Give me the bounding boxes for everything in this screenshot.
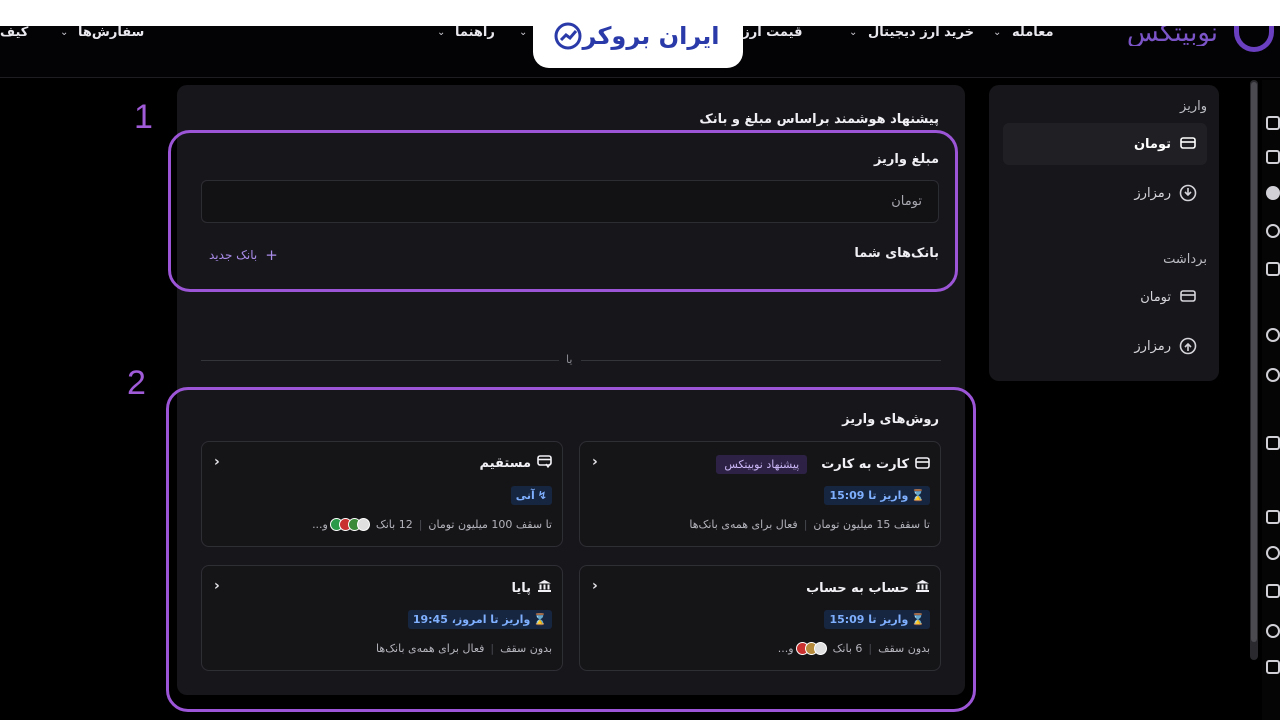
banks-text: 6 بانک xyxy=(832,642,863,655)
chevron-left-icon: ‹ xyxy=(592,454,598,470)
bank-logo-icon xyxy=(813,642,827,655)
chevron-left-icon: ‹ xyxy=(214,454,220,470)
hourglass-icon: ⌛ xyxy=(533,613,547,626)
divider-line xyxy=(581,360,941,361)
plus-icon: + xyxy=(265,246,278,264)
nobitex-logo-text[interactable]: نوبیتکس xyxy=(1127,26,1218,46)
sidebar-item-deposit-toman[interactable]: تومان xyxy=(1003,123,1207,165)
more-banks: و... xyxy=(777,642,794,655)
banks-text: فعال برای همه‌ی بانک‌ها xyxy=(689,518,798,531)
chevron-down-icon: ⌄ xyxy=(519,27,528,38)
arrow-down-circle-icon xyxy=(1179,184,1197,202)
chevron-down-icon: ⌄ xyxy=(993,27,1002,38)
edge-icon[interactable] xyxy=(1266,660,1280,674)
amount-label: مبلغ واریز xyxy=(873,152,939,167)
edge-icon[interactable] xyxy=(1266,224,1280,238)
limit-text: بدون سقف xyxy=(878,642,930,655)
sidebar-item-label: رمزارز xyxy=(1134,338,1171,354)
annotation-number-1: 1 xyxy=(134,98,153,136)
or-divider: یا xyxy=(566,353,573,366)
new-bank-label: بانک جدید xyxy=(209,248,258,262)
bank-logos xyxy=(795,642,827,655)
bank-building-icon xyxy=(915,579,930,597)
smart-suggestion-title: پیشنهاد هوشمند براساس مبلغ و بانک xyxy=(699,112,939,127)
chart-circle-icon xyxy=(554,22,582,50)
sidebar-item-label: تومان xyxy=(1133,136,1171,152)
sidebar-item-withdraw-toman[interactable]: تومان xyxy=(1003,276,1207,318)
method-title: مستقیم xyxy=(479,456,531,471)
edge-icon[interactable] xyxy=(1266,186,1280,200)
time-badge: ⌛ واریز تا 15:09 xyxy=(824,610,930,629)
annotation-number-2: 2 xyxy=(127,364,146,402)
page-scrollbar[interactable] xyxy=(1250,80,1258,660)
nav-help[interactable]: راهنما xyxy=(455,26,495,40)
deposit-main-panel: پیشنهاد هوشمند براساس مبلغ و بانک مبلغ و… xyxy=(177,85,965,695)
sidebar-item-withdraw-crypto[interactable]: رمزارز xyxy=(1003,325,1207,367)
banks-text: فعال برای همه‌ی بانک‌ها xyxy=(376,642,485,655)
edge-icon[interactable] xyxy=(1266,262,1280,276)
chevron-left-icon: ‹ xyxy=(214,578,220,594)
bank-logos xyxy=(329,518,370,531)
nav-orders[interactable]: سفارش‌ها xyxy=(78,26,144,40)
iranbroker-watermark: ایران بروکر xyxy=(533,4,743,68)
bank-building-icon xyxy=(537,579,552,597)
divider-line xyxy=(201,360,559,361)
sidebar-item-label: رمزارز xyxy=(1134,185,1171,201)
bank-card-icon xyxy=(1179,288,1197,306)
card-icon xyxy=(915,456,930,473)
bank-card-icon xyxy=(1179,135,1197,153)
method-title: کارت به کارت xyxy=(821,457,909,472)
method-paya[interactable]: پایا ‹ ⌛ واریز تا امروز، 19:45 بدون سقف … xyxy=(201,565,563,671)
deposit-methods-title: روش‌های واریز xyxy=(842,412,939,427)
more-banks: و... xyxy=(312,518,328,531)
brand-text: ایران بروکر xyxy=(582,22,720,50)
hourglass-icon: ⌛ xyxy=(911,613,925,626)
suggestion-badge: پیشنهاد نوبیتکس xyxy=(716,455,808,474)
time-badge: ⌛ واریز تا امروز، 19:45 xyxy=(407,610,552,629)
edge-icon[interactable] xyxy=(1266,546,1280,560)
instant-badge: ↯ آنی xyxy=(510,486,552,505)
edge-icon[interactable] xyxy=(1266,510,1280,524)
method-title: پایا xyxy=(511,580,531,596)
edge-icon[interactable] xyxy=(1266,436,1280,450)
lightning-icon: ↯ xyxy=(537,489,547,502)
chevron-down-icon: ⌄ xyxy=(849,27,858,38)
limit-text: بدون سقف xyxy=(500,642,552,655)
arrow-up-circle-icon xyxy=(1179,337,1197,355)
edge-icon[interactable] xyxy=(1266,328,1280,342)
nav-wallet[interactable]: کیف xyxy=(0,26,28,40)
bank-logo-icon xyxy=(356,518,370,531)
method-card-to-card[interactable]: کارت به کارت پیشنهاد نوبیتکس ‹ ⌛ واریز ت… xyxy=(579,441,941,547)
edge-icon[interactable] xyxy=(1266,584,1280,598)
scrollbar-thumb[interactable] xyxy=(1251,82,1257,642)
withdraw-heading: برداشت xyxy=(1163,252,1207,267)
limit-text: تا سقف 100 میلیون تومان xyxy=(428,518,552,531)
method-direct[interactable]: مستقیم ‹ ↯ آنی تا سقف 100 میلیون تومان |… xyxy=(201,441,563,547)
edge-icon[interactable] xyxy=(1266,368,1280,382)
deposit-withdraw-sidebar: واریز تومان رمزارز برداشت تومان رمزارز xyxy=(989,85,1219,381)
your-banks-label: بانک‌های شما xyxy=(854,246,939,261)
nav-trade[interactable]: معامله xyxy=(1012,26,1054,40)
chevron-left-icon: ‹ xyxy=(592,578,598,594)
method-account-to-account[interactable]: حساب به حساب ‹ ⌛ واریز تا 15:09 بدون سقف… xyxy=(579,565,941,671)
time-badge: ⌛ واریز تا 15:09 xyxy=(824,486,930,505)
deposit-heading: واریز xyxy=(1180,99,1207,114)
nobitex-logo-icon xyxy=(1234,26,1274,52)
right-edge-icons xyxy=(1262,80,1280,720)
banks-text: 12 بانک xyxy=(375,518,413,531)
chevron-down-icon: ⌄ xyxy=(60,27,69,38)
new-bank-button[interactable]: + بانک جدید xyxy=(209,246,278,264)
chevron-down-icon: ⌄ xyxy=(437,27,446,38)
nav-buy-crypto[interactable]: خرید ارز دیجیتال xyxy=(868,26,974,40)
sidebar-item-deposit-crypto[interactable]: رمزارز xyxy=(1003,172,1207,214)
hourglass-icon: ⌛ xyxy=(911,489,925,502)
edge-icon[interactable] xyxy=(1266,116,1280,130)
direct-icon xyxy=(537,455,552,472)
method-title: حساب به حساب xyxy=(806,580,909,596)
limit-text: تا سقف 15 میلیون تومان xyxy=(813,518,930,531)
sidebar-item-label: تومان xyxy=(1140,289,1171,305)
amount-input[interactable] xyxy=(201,180,939,223)
edge-icon[interactable] xyxy=(1266,624,1280,638)
edge-icon[interactable] xyxy=(1266,150,1280,164)
